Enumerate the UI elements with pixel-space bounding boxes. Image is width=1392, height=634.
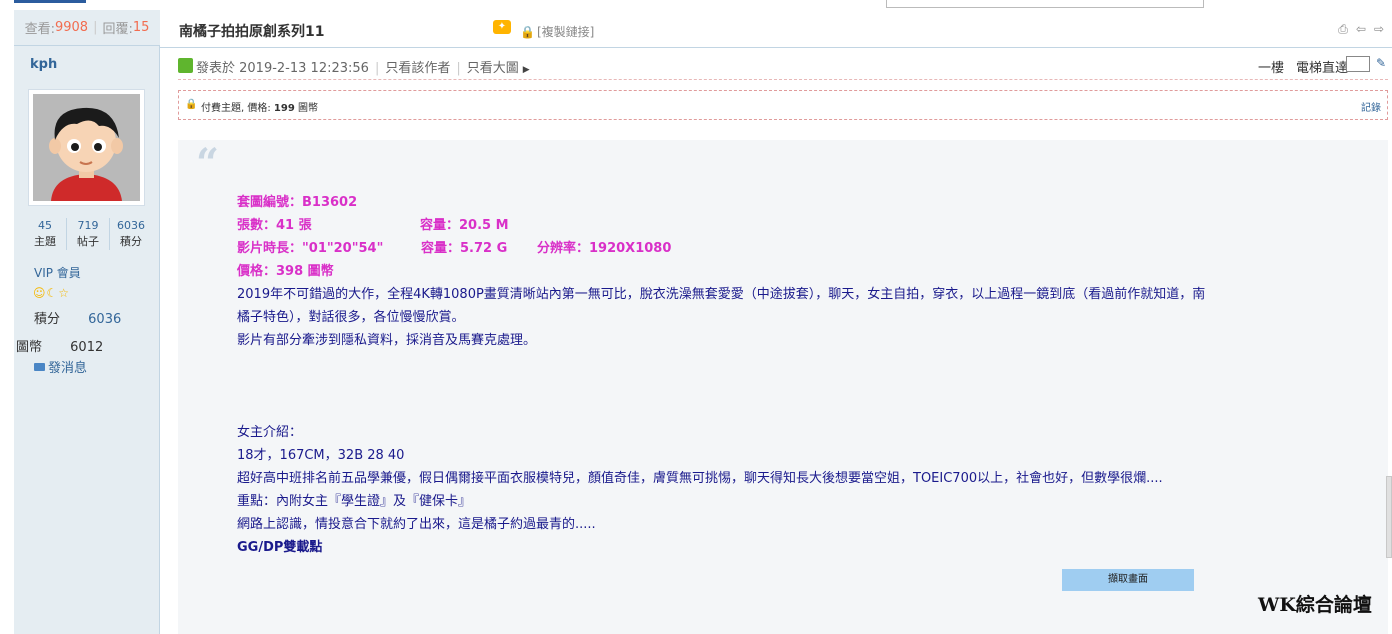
user-group[interactable]: VIP 會員 — [34, 264, 81, 281]
copy-link-label: [複製鏈接] — [536, 25, 595, 39]
stat-value: 719 — [77, 219, 99, 232]
sun-icon: ☺ — [33, 286, 46, 300]
resolution: 分辨率：1920X1080 — [537, 241, 672, 256]
lock-icon: 🔒 — [185, 99, 198, 110]
coin-row: 圖幣 6012 — [16, 336, 103, 355]
view-reply-count: 查看: 9908 | 回覆: 15 — [14, 10, 160, 46]
stat-label: 積分 — [120, 235, 142, 248]
wrench-icon[interactable]: ✎ — [1376, 56, 1386, 70]
credit-value[interactable]: 6036 — [88, 312, 121, 327]
floor-number: 一樓 — [1257, 61, 1284, 76]
photo-count: 張數：41 張 — [237, 218, 312, 233]
floor-jump-label: 電梯直達 — [1295, 61, 1348, 76]
star-icon: ☆ — [58, 286, 70, 300]
copy-link[interactable]: 🔒 [複製鏈接] — [520, 23, 594, 40]
watermark: WK綜合論壇 — [1258, 594, 1372, 616]
replies-label: 回覆: — [102, 22, 133, 37]
lock-icon: 🔒 — [520, 25, 535, 39]
post-meta: 發表於 2019-2-13 12:23:56 | 只看該作者 | 只看大圖 ▶ — [196, 57, 530, 76]
only-large-images-link[interactable]: 只看大圖 — [467, 61, 519, 76]
stat-label: 主題 — [34, 235, 56, 248]
send-message-label: 發消息 — [48, 361, 88, 376]
rank-icons: ☺ ☾ ☆ — [33, 286, 69, 300]
purchase-record-link[interactable]: 記錄 — [1361, 99, 1381, 114]
thread-title-row: 南橘子拍拍原創系列11 ✦ 🔒 [複製鏈接] ⎙ ⇦ ⇨ — [160, 10, 1392, 48]
divider: | — [93, 20, 98, 35]
post-meta-row: 發表於 2019-2-13 12:23:56 | 只看該作者 | 只看大圖 ▶ 一樓 電梯… — [178, 56, 1390, 76]
triangle-right-icon[interactable]: ▶ — [523, 65, 530, 75]
paid-price: 199 — [273, 103, 295, 114]
stat-value: 6036 — [117, 219, 145, 232]
coin-value: 6012 — [70, 340, 104, 355]
avatar[interactable] — [28, 89, 145, 206]
intro-line: 18才，167CM，32B 28 40 — [237, 448, 405, 463]
paid-unit: 圖幣 — [297, 103, 318, 114]
intro-line: 網路上認識，情投意合下就約了出來，這是橘子約過最青的..... — [237, 517, 596, 532]
forum-post-page: 查看: 9908 | 回覆: 15 kph 45 主題 719 帖子 6036 … — [0, 0, 1392, 634]
search-dropdown[interactable] — [886, 0, 1204, 8]
thread-tools: ⎙ ⇦ ⇨ — [1338, 22, 1384, 37]
author-name[interactable]: kph — [30, 57, 57, 72]
stat-topics[interactable]: 45 主題 — [24, 218, 67, 250]
scrollbar[interactable] — [1386, 476, 1392, 558]
next-icon[interactable]: ⇨ — [1374, 22, 1384, 37]
views-value: 9908 — [54, 20, 89, 35]
stat-posts[interactable]: 719 帖子 — [67, 218, 110, 250]
credit-label: 積分 — [34, 312, 61, 327]
stat-credits[interactable]: 6036 積分 — [110, 218, 152, 250]
only-author-link[interactable]: 只看該作者 — [385, 61, 450, 76]
paid-thread-notice: 🔒 付費主題, 價格: 199 圖幣 記錄 — [178, 90, 1388, 120]
moon-icon: ☾ — [46, 286, 58, 300]
description-line: 影片有部分牽涉到隱私資料，採消音及馬賽克處理。 — [237, 333, 537, 348]
photo-size: 容量：20.5 M — [420, 218, 509, 233]
divider: | — [456, 61, 461, 76]
price-line: 價格：398 圖幣 — [237, 264, 334, 279]
envelope-icon — [34, 362, 45, 371]
stat-value: 45 — [38, 219, 52, 232]
avatar-image — [33, 94, 140, 201]
credit-row: 積分 6036 — [34, 308, 121, 327]
intro-line: 超好高中班排名前五品學兼優，假日偶爾接平面衣服模特兒，顏值奇佳，膚質無可挑惕，聊… — [237, 471, 1163, 486]
thread-title: 南橘子拍拍原創系列11 — [179, 24, 325, 40]
divider — [178, 79, 1388, 80]
cartoon-boy-icon — [33, 94, 140, 201]
download-note: GG/DP雙載點 — [237, 540, 323, 555]
set-number: 套圖編號：B13602 — [237, 195, 358, 210]
coin-label: 圖幣 — [16, 340, 43, 355]
online-author-icon — [178, 58, 193, 73]
intro-line: 重點：內附女主『學生證』及『健保卡』 — [237, 494, 472, 509]
post-content: “ 套圖編號：B13602 張數：41 張 容量：20.5 M 影片時長："01… — [178, 140, 1388, 634]
top-nav-tab[interactable] — [14, 0, 86, 3]
views-label: 查看: — [24, 22, 55, 37]
prev-icon[interactable]: ⇦ — [1356, 22, 1366, 37]
screenshot-button[interactable]: 擷取畫面 — [1062, 569, 1194, 591]
floor-jump-input[interactable] — [1346, 56, 1370, 72]
video-size: 容量：5.72 G — [421, 241, 508, 256]
send-message-link[interactable]: 發消息 — [34, 357, 87, 376]
video-duration: 影片時長："01"20"54" — [237, 241, 384, 256]
description-line: 2019年不可錯過的大作，全程4K轉1080P畫質清晰站內第一無可比，脫衣洗澡無… — [237, 287, 1206, 302]
quote-icon: “ — [196, 140, 220, 187]
intro-heading: 女主介紹： — [237, 425, 303, 440]
print-icon[interactable]: ⎙ — [1338, 22, 1348, 37]
paid-notice-text: 付費主題, 價格: 199 圖幣 — [201, 103, 318, 114]
post-date: 發表於 2019-2-13 12:23:56 — [196, 61, 369, 76]
stat-label: 帖子 — [77, 235, 99, 248]
divider: | — [374, 61, 380, 76]
replies-value: 15 — [132, 20, 150, 35]
author-stats: 45 主題 719 帖子 6036 積分 — [24, 218, 152, 250]
hot-thread-icon: ✦ — [493, 20, 511, 34]
description-line: 橘子特色），對話很多，各位慢慢欣賞。 — [237, 310, 465, 325]
